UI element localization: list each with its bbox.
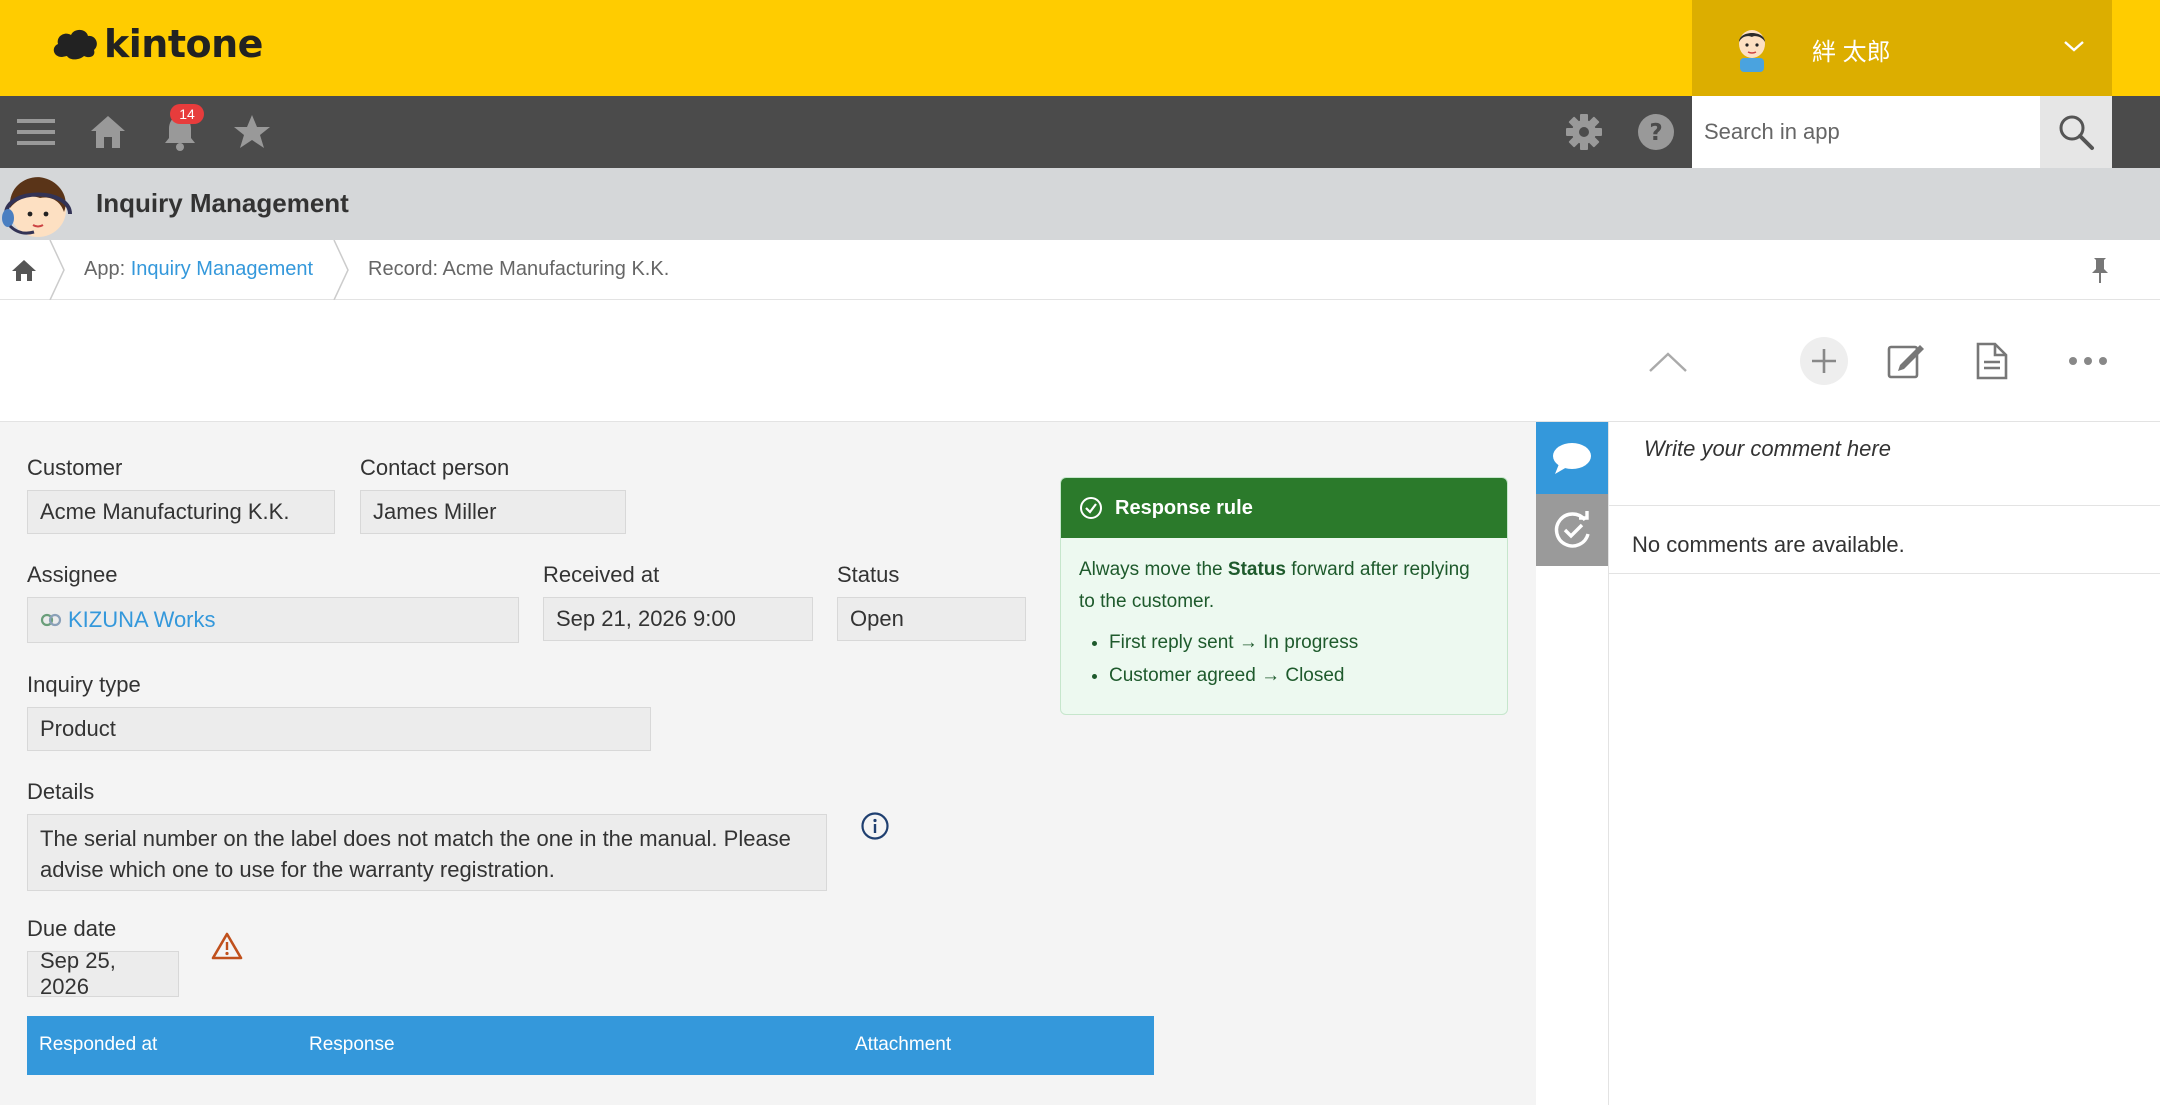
details-label: Details bbox=[27, 779, 95, 804]
assignee-value: KIZUNA Works bbox=[68, 607, 216, 632]
chevron-up-icon bbox=[1649, 352, 1687, 372]
due-date-label: Due date bbox=[27, 916, 117, 941]
response-rule-item: First reply sent → In progress bbox=[1109, 626, 1489, 659]
breadcrumb-separator bbox=[49, 240, 65, 300]
status-field[interactable]: Open bbox=[837, 597, 1026, 641]
more-options-button[interactable] bbox=[2066, 346, 2110, 376]
due-date-value: Sep 25, 2026 bbox=[40, 948, 116, 999]
comment-input[interactable]: Write your comment here bbox=[1608, 422, 2160, 506]
breadcrumb bbox=[0, 240, 2160, 300]
breadcrumb-separator bbox=[333, 240, 349, 300]
check-circle-icon bbox=[1080, 497, 1102, 519]
response-rule-card: Response rule Always move the Status for… bbox=[1060, 477, 1508, 715]
duplicate-button[interactable] bbox=[1970, 338, 2014, 384]
assignee-link[interactable]: KIZUNA Works bbox=[40, 607, 216, 633]
history-icon bbox=[1554, 511, 1590, 548]
gear-icon[interactable] bbox=[1562, 110, 1606, 154]
column-attachment: Attachment bbox=[855, 1034, 952, 1055]
comments-panel bbox=[1608, 422, 2160, 1105]
contact-label: Contact person bbox=[360, 455, 510, 480]
history-tab[interactable] bbox=[1536, 494, 1608, 566]
help-icon[interactable]: ? bbox=[1634, 110, 1678, 154]
inquiry-type-value: Product bbox=[40, 716, 116, 741]
plus-icon bbox=[1812, 349, 1836, 373]
kintone-logo[interactable]: kintone bbox=[50, 22, 263, 66]
customer-field[interactable]: Acme Manufacturing K.K. bbox=[27, 490, 335, 534]
responses-table-header: Responded at Response Attachment bbox=[27, 1016, 1154, 1075]
collapse-button[interactable] bbox=[1644, 344, 1692, 380]
breadcrumb-home-icon[interactable] bbox=[10, 256, 38, 284]
user-name: 絆 太郎 bbox=[1812, 39, 1891, 66]
cloud-logo-icon bbox=[53, 29, 97, 60]
comments-divider bbox=[1608, 573, 2160, 574]
pin-icon[interactable] bbox=[2090, 256, 2110, 284]
contact-value: James Miller bbox=[373, 499, 497, 524]
response-rule-item: Customer agreed → Closed bbox=[1109, 659, 1489, 692]
search-icon bbox=[2059, 115, 2094, 150]
organization-icon bbox=[40, 613, 62, 627]
received-label: Received at bbox=[543, 562, 660, 587]
contact-field[interactable]: James Miller bbox=[360, 490, 626, 534]
user-menu[interactable]: 絆 太郎 bbox=[1692, 0, 2112, 96]
no-comments-message: No comments are available. bbox=[1632, 532, 1905, 557]
column-response: Response bbox=[309, 1034, 395, 1055]
rule-text-bold: Status bbox=[1227, 559, 1286, 580]
breadcrumb-app-link[interactable]: Inquiry Management bbox=[131, 258, 313, 280]
assignee-field: KIZUNA Works bbox=[27, 597, 519, 643]
app-title: Inquiry Management bbox=[96, 188, 349, 218]
response-rule-text: Always move the Status forward after rep… bbox=[1079, 554, 1489, 618]
star-icon[interactable] bbox=[230, 110, 274, 154]
details-field[interactable]: The serial number on the label does not … bbox=[27, 814, 827, 891]
assignee-label: Assignee bbox=[27, 562, 118, 587]
app-avatar-icon bbox=[2, 177, 72, 237]
comments-tab[interactable] bbox=[1536, 422, 1608, 494]
info-icon[interactable] bbox=[860, 811, 890, 841]
due-date-field[interactable]: Sep 25, 2026 bbox=[27, 948, 179, 999]
logo-text: kintone bbox=[104, 22, 263, 66]
response-rule-title: Response rule bbox=[1115, 496, 1253, 519]
breadcrumb-app-prefix: App: bbox=[84, 258, 131, 280]
home-icon[interactable] bbox=[86, 110, 130, 154]
edit-button[interactable] bbox=[1884, 338, 1928, 384]
breadcrumb-record: Record: Acme Manufacturing K.K. bbox=[368, 258, 670, 280]
rule-text-before: Always move the bbox=[1079, 559, 1228, 580]
inquiry-type-label: Inquiry type bbox=[27, 672, 141, 697]
add-record-button[interactable] bbox=[1800, 337, 1848, 385]
response-rule-list: First reply sent → In progress Customer … bbox=[1079, 626, 1489, 692]
customer-label: Customer bbox=[27, 455, 123, 480]
details-value: The serial number on the label does not … bbox=[40, 826, 791, 882]
received-value: Sep 21, 2026 9:00 bbox=[556, 606, 736, 631]
menu-icon[interactable] bbox=[14, 112, 58, 152]
svg-text:?: ? bbox=[1649, 120, 1662, 146]
more-icon bbox=[2069, 357, 2107, 365]
warning-icon bbox=[211, 932, 243, 960]
duplicate-icon bbox=[1976, 342, 2008, 380]
status-value: Open bbox=[850, 606, 904, 631]
response-rule-body: Always move the Status forward after rep… bbox=[1061, 538, 1507, 708]
chevron-down-icon bbox=[2064, 41, 2084, 52]
column-responded-at: Responded at bbox=[39, 1034, 158, 1055]
search-input[interactable] bbox=[1692, 96, 2040, 168]
received-field[interactable]: Sep 21, 2026 9:00 bbox=[543, 597, 813, 641]
search-button[interactable] bbox=[2040, 96, 2112, 168]
notification-badge: 14 bbox=[170, 104, 204, 124]
customer-value: Acme Manufacturing K.K. bbox=[40, 499, 290, 524]
edit-icon bbox=[1887, 345, 1924, 379]
comment-icon bbox=[1553, 443, 1591, 474]
inquiry-type-field[interactable]: Product bbox=[27, 707, 651, 751]
status-label: Status bbox=[837, 562, 900, 587]
response-rule-header: Response rule bbox=[1061, 478, 1507, 538]
user-avatar-icon bbox=[1739, 30, 1765, 72]
breadcrumb-app: App: Inquiry Management bbox=[84, 258, 313, 281]
